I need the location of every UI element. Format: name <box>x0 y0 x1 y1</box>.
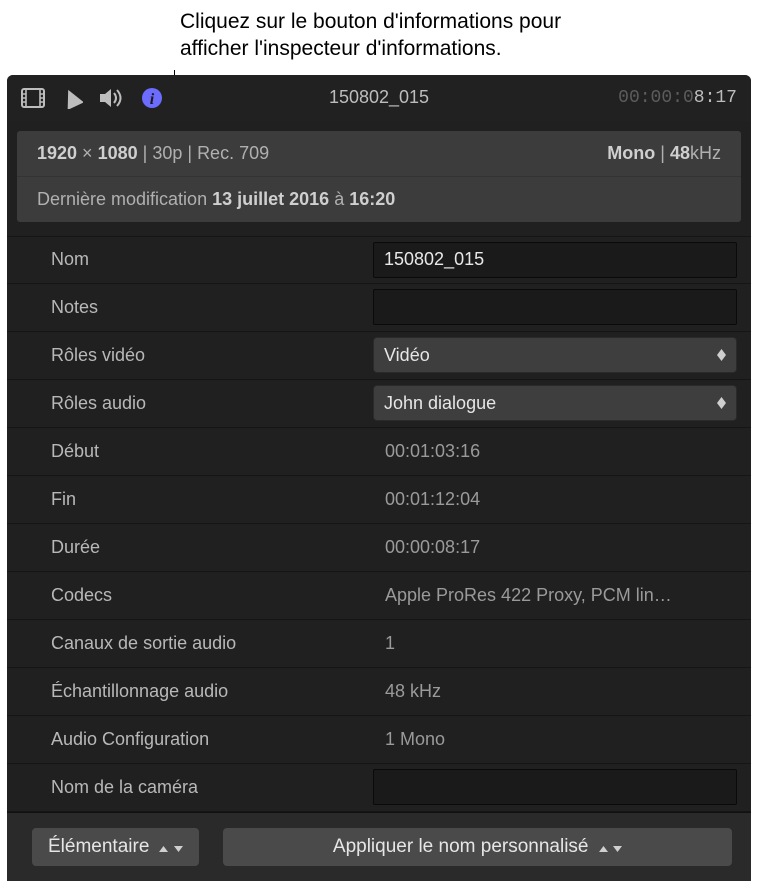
notes-input[interactable] <box>373 289 737 325</box>
value-audio-config: 1 Mono <box>373 729 741 750</box>
inspector-toolbar: i 150802_015 00:00:08:17 <box>7 75 751 121</box>
camera-name-input[interactable] <box>373 769 737 805</box>
value-audio-out: 1 <box>373 633 741 654</box>
clip-timecode: 00:00:08:17 <box>618 88 737 108</box>
label-duration: Durée <box>7 537 373 558</box>
row-start: Début 00:01:03:16 <box>7 428 751 476</box>
callout-caption: Cliquez sur le bouton d'informations pou… <box>0 0 758 75</box>
label-notes: Notes <box>7 297 373 318</box>
value-end: 00:01:12:04 <box>373 489 741 510</box>
label-codecs: Codecs <box>7 585 373 606</box>
properties-list: Nom Notes Rôles vidéo Vidéo Rôles audio … <box>7 236 751 812</box>
apply-custom-name-select[interactable]: Appliquer le nom personnalisé <box>222 827 733 867</box>
row-sample-rate: Échantillonnage audio 48 kHz <box>7 668 751 716</box>
label-audio-config: Audio Configuration <box>7 729 373 750</box>
info-inspector-panel: i 150802_015 00:00:08:17 1920 × 1080 | 3… <box>7 75 751 881</box>
value-codecs: Apple ProRes 422 Proxy, PCM lin… <box>373 585 741 606</box>
label-start: Début <box>7 441 373 462</box>
last-modified-summary: Dernière modification 13 juillet 2016 à … <box>37 189 395 210</box>
motion-inspector-icon[interactable] <box>61 87 83 109</box>
value-start: 00:01:03:16 <box>373 441 741 462</box>
audio-roles-select[interactable]: John dialogue <box>373 385 737 421</box>
inspector-bottom-bar: Élémentaire Appliquer le nom personnalis… <box>7 812 751 881</box>
row-audio-config: Audio Configuration 1 Mono <box>7 716 751 764</box>
value-duration: 00:00:08:17 <box>373 537 741 558</box>
row-audio-roles: Rôles audio John dialogue <box>7 380 751 428</box>
label-name: Nom <box>7 249 373 270</box>
row-audio-out-channels: Canaux de sortie audio 1 <box>7 620 751 668</box>
audio-inspector-icon[interactable] <box>99 87 125 109</box>
info-inspector-icon[interactable]: i <box>141 87 163 109</box>
media-summary: 1920 × 1080 | 30p | Rec. 709 Mono | 48kH… <box>17 131 741 222</box>
row-duration: Durée 00:00:08:17 <box>7 524 751 572</box>
apply-custom-name-label: Appliquer le nom personnalisé <box>333 836 589 858</box>
audio-roles-value: John dialogue <box>384 393 496 414</box>
timecode-bright: 8:17 <box>694 88 737 108</box>
name-input[interactable] <box>373 242 737 278</box>
video-format-summary: 1920 × 1080 | 30p | Rec. 709 <box>37 143 269 164</box>
metadata-view-select[interactable]: Élémentaire <box>31 827 200 867</box>
row-name: Nom <box>7 236 751 284</box>
chevron-updown-icon <box>717 397 726 409</box>
row-end: Fin 00:01:12:04 <box>7 476 751 524</box>
video-roles-select[interactable]: Vidéo <box>373 337 737 373</box>
label-video-roles: Rôles vidéo <box>7 345 373 366</box>
label-end: Fin <box>7 489 373 510</box>
svg-text:i: i <box>150 91 155 108</box>
label-camera-name: Nom de la caméra <box>7 777 373 798</box>
video-roles-value: Vidéo <box>384 345 430 366</box>
timecode-dim: 00:00:0 <box>618 88 694 108</box>
video-inspector-icon[interactable] <box>21 88 45 108</box>
value-sample-rate: 48 kHz <box>373 681 741 702</box>
chevron-updown-icon <box>159 836 182 858</box>
chevron-updown-icon <box>717 349 726 361</box>
label-sample-rate: Échantillonnage audio <box>7 681 373 702</box>
row-notes: Notes <box>7 284 751 332</box>
row-camera-name: Nom de la caméra <box>7 764 751 812</box>
callout-line2: afficher l'inspecteur d'informations. <box>180 35 758 62</box>
row-codecs: Codecs Apple ProRes 422 Proxy, PCM lin… <box>7 572 751 620</box>
row-video-roles: Rôles vidéo Vidéo <box>7 332 751 380</box>
callout-line1: Cliquez sur le bouton d'informations pou… <box>180 8 758 35</box>
audio-format-summary: Mono | 48kHz <box>607 143 721 164</box>
metadata-view-label: Élémentaire <box>48 836 149 858</box>
label-audio-roles: Rôles audio <box>7 393 373 414</box>
label-audio-out: Canaux de sortie audio <box>7 633 373 654</box>
chevron-updown-icon <box>599 836 622 858</box>
